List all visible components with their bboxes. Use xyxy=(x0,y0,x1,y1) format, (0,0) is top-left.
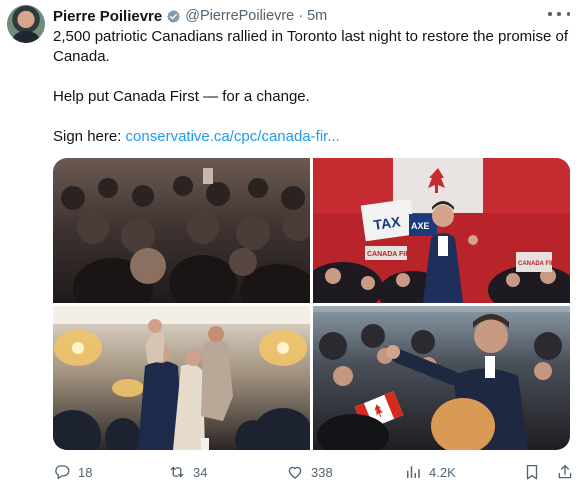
repost-button[interactable]: 34 xyxy=(168,462,207,482)
photo-handshakes[interactable] xyxy=(313,306,570,450)
share-button[interactable] xyxy=(556,462,574,482)
photo-handshakes-image xyxy=(313,306,570,450)
photo-crowd[interactable] xyxy=(53,158,310,303)
tweet-paragraph-1: 2,500 patriotic Canadians rallied in Tor… xyxy=(53,28,569,65)
like-count: 338 xyxy=(311,464,333,480)
tweet-paragraph-2: Help put Canada First — for a change. xyxy=(53,88,310,105)
views-chart-icon xyxy=(407,466,420,478)
heart-icon xyxy=(288,466,302,479)
photo-speaker-image: TAX AXE CANADA FIRST CANADA FIRST xyxy=(313,158,570,303)
separator-dot: · xyxy=(298,8,304,24)
like-button[interactable]: 338 xyxy=(286,462,333,482)
reply-button[interactable]: 18 xyxy=(53,462,92,482)
repost-count: 34 xyxy=(193,464,208,480)
bookmark-button[interactable] xyxy=(523,462,541,482)
tweet-text: 2,500 patriotic Canadians rallied in Tor… xyxy=(53,27,573,147)
more-options-icon[interactable] xyxy=(548,6,570,22)
tweet-paragraph-3: Sign here: conservative.ca/cpc/canada-fi… xyxy=(53,127,573,147)
action-bar: 18 34 338 4.2K xyxy=(53,462,573,482)
bookmark-icon xyxy=(526,464,538,480)
photo-banner-2: CANADA FIRST xyxy=(518,261,563,267)
timestamp[interactable]: 5m xyxy=(307,8,327,24)
avatar-figure xyxy=(13,31,39,43)
photo-speaker[interactable]: TAX AXE CANADA FIRST CANADA FIRST xyxy=(313,158,570,303)
views-count: 4.2K xyxy=(429,464,456,480)
reply-count: 18 xyxy=(78,464,93,480)
campaign-link[interactable]: conservative.ca/cpc/canada-fir... xyxy=(126,128,340,145)
tweet: Pierre Poilievre @PierrePoilievre · 5m 2… xyxy=(0,0,588,491)
photo-family[interactable] xyxy=(53,306,310,450)
photo-banner-1: CANADA FIRST xyxy=(367,251,420,258)
sign-prefix: Sign here: xyxy=(53,128,126,145)
display-name[interactable]: Pierre Poilievre xyxy=(53,8,162,25)
handle[interactable]: @PierrePoilievre xyxy=(185,8,294,24)
photo-sign-axe: AXE xyxy=(411,221,430,231)
share-icon xyxy=(558,464,572,479)
avatar[interactable] xyxy=(7,5,45,43)
verified-badge-icon xyxy=(167,9,181,23)
repost-icon xyxy=(170,466,184,478)
reply-icon xyxy=(55,465,70,480)
views-button[interactable]: 4.2K xyxy=(404,462,456,482)
media-grid: TAX AXE CANADA FIRST CANADA FIRST xyxy=(53,158,570,450)
photo-family-image xyxy=(53,306,310,450)
tweet-header: Pierre Poilievre @PierrePoilievre · 5m xyxy=(53,7,327,25)
photo-crowd-image xyxy=(53,158,310,303)
